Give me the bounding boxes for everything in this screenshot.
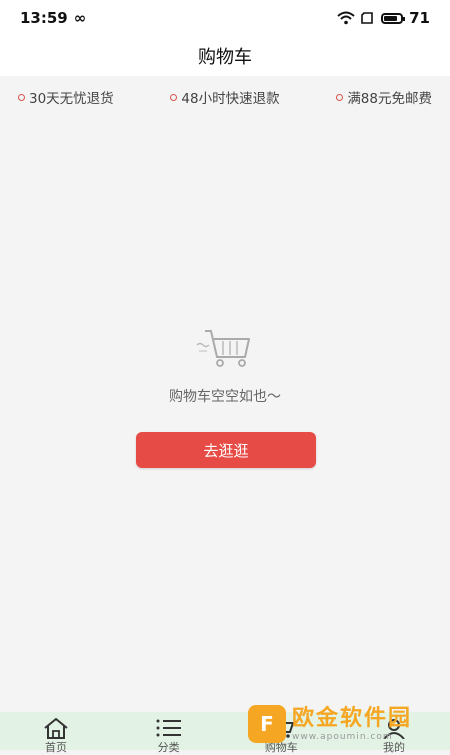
sim-icon — [361, 12, 373, 24]
promo-label: 30天无忧退货 — [29, 91, 114, 107]
page-title: 购物车 — [198, 47, 252, 68]
tab-label: 首页 — [45, 741, 67, 754]
tab-category[interactable]: 分类 — [113, 712, 225, 755]
tab-label: 分类 — [157, 741, 180, 754]
battery-icon — [381, 12, 406, 24]
empty-cart-message: 购物车空空如也～ — [169, 389, 281, 405]
status-bar: 13:59 ∞ 71 — [0, 0, 450, 36]
page-header: 购物车 — [0, 36, 450, 76]
status-left: 13:59 ∞ — [20, 9, 86, 27]
empty-cart-icon — [196, 330, 250, 367]
go-shopping-button[interactable]: 去逛逛 — [136, 432, 316, 468]
site-watermark: F 欧金软件园 www.apoumin.com — [248, 700, 444, 748]
promo-item-refund: 48小时快速退款 — [170, 87, 280, 107]
promo-item-shipping: 满88元免邮费 — [336, 87, 432, 107]
promo-label: 48小时快速退款 — [181, 91, 280, 107]
promo-item-returns: 30天无忧退货 — [18, 87, 114, 107]
bullet-icon — [170, 93, 178, 101]
status-right: 71 — [337, 9, 430, 27]
watermark-logo-icon: F — [248, 705, 286, 743]
bullet-icon — [336, 93, 344, 101]
watermark-name: 欧金软件园 — [292, 706, 413, 731]
infinity-icon: ∞ — [73, 9, 87, 27]
list-icon — [156, 719, 181, 737]
promo-label: 满88元免邮费 — [347, 91, 432, 107]
status-time: 13:59 — [20, 9, 68, 27]
bullet-icon — [18, 93, 25, 101]
promo-bar: 30天无忧退货 48小时快速退款 满88元免邮费 — [0, 76, 450, 118]
watermark-url: www.apoumin.com — [292, 732, 393, 742]
watermark-text: 欧金软件园 www.apoumin.com — [292, 706, 412, 742]
tab-home[interactable]: 首页 — [0, 712, 112, 755]
battery-level: 71 — [409, 9, 430, 27]
wifi-icon — [337, 11, 355, 25]
home-icon — [44, 718, 68, 739]
